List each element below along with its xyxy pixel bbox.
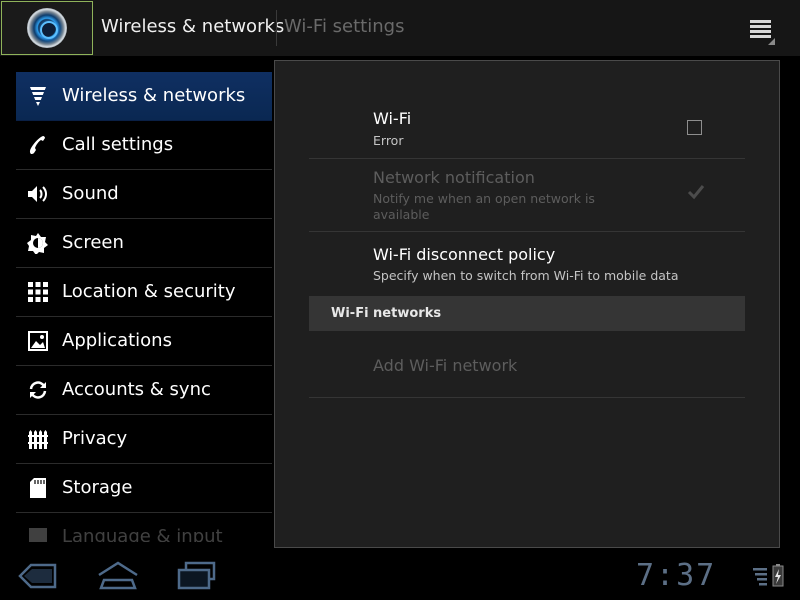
sidebar-item-wireless-networks[interactable]: Wireless & networks: [16, 72, 272, 121]
sidebar-item-call-settings[interactable]: Call settings: [16, 121, 272, 170]
sidebar-item-label: Applications: [62, 330, 172, 351]
signal-icon: [753, 568, 767, 586]
status-clock[interactable]: 7:37: [636, 558, 716, 593]
phone-handset-icon: [26, 133, 50, 157]
sidebar-item-label: Privacy: [62, 428, 128, 449]
checkmark-icon: [687, 185, 705, 200]
recent-apps-icon[interactable]: [176, 560, 218, 592]
language-icon: [26, 525, 50, 542]
network-notification-row[interactable]: Network notification Notify me when an o…: [309, 159, 745, 232]
sidebar-item-label: Screen: [62, 232, 124, 253]
sidebar-item-sound[interactable]: Sound: [16, 170, 272, 219]
action-bar-divider: [276, 10, 277, 46]
wifi-disconnect-policy-row[interactable]: Wi-Fi disconnect policy Specify when to …: [309, 232, 745, 297]
sidebar-item-storage[interactable]: Storage: [16, 464, 272, 513]
sidebar-item-label: Sound: [62, 183, 119, 204]
brightness-icon: [26, 231, 50, 255]
back-icon[interactable]: [16, 560, 58, 592]
overflow-menu-icon[interactable]: [748, 16, 776, 45]
location-grid-icon: [26, 280, 50, 304]
settings-screen: Wireless & networks Wi-Fi settings Wirel…: [0, 0, 800, 600]
add-wifi-network-row[interactable]: Add Wi-Fi network: [309, 331, 745, 398]
disconnect-policy-title: Wi-Fi disconnect policy: [373, 245, 556, 264]
sidebar-item-location-security[interactable]: Location & security: [16, 268, 272, 317]
wifi-status: Error: [373, 133, 404, 148]
sd-card-icon: [26, 476, 50, 500]
applications-icon: [26, 329, 50, 353]
action-bar-title: Wireless & networks: [101, 16, 285, 37]
sync-icon: [26, 378, 50, 402]
disconnect-policy-summary: Specify when to switch from Wi-Fi to mob…: [373, 268, 679, 283]
sidebar-item-label: Call settings: [62, 134, 174, 155]
network-notification-title: Network notification: [373, 168, 535, 187]
wireless-icon: [26, 84, 50, 108]
fence-icon: [26, 427, 50, 451]
sidebar-item-screen[interactable]: Screen: [16, 219, 272, 268]
add-wifi-network-title: Add Wi-Fi network: [373, 356, 518, 375]
sidebar-item-label: Storage: [62, 477, 133, 498]
wifi-settings-panel: Wi-Fi Error Network notification Notify …: [274, 60, 780, 548]
home-icon[interactable]: [96, 560, 140, 592]
sidebar-item-label: Wireless & networks: [62, 85, 246, 106]
status-icons[interactable]: [752, 562, 792, 588]
settings-category-list: Wireless & networks Call settings Sound …: [16, 72, 272, 542]
sidebar-item-label: Language & input: [62, 526, 223, 542]
wifi-checkbox[interactable]: [687, 120, 702, 135]
wifi-networks-header-label: Wi-Fi networks: [331, 306, 442, 321]
breadcrumb-current[interactable]: Wi-Fi settings: [284, 16, 404, 37]
network-notification-checkbox[interactable]: [687, 184, 705, 200]
wifi-toggle-row[interactable]: Wi-Fi Error: [309, 91, 745, 159]
action-bar: Wireless & networks Wi-Fi settings: [0, 0, 800, 56]
sidebar-item-privacy[interactable]: Privacy: [16, 415, 272, 464]
sidebar-item-accounts-sync[interactable]: Accounts & sync: [16, 366, 272, 415]
network-notification-summary: Notify me when an open network is availa…: [373, 191, 595, 222]
app-icon-button[interactable]: [1, 1, 93, 55]
wifi-networks-header: Wi-Fi networks: [309, 297, 745, 331]
speaker-icon: [26, 182, 50, 206]
sidebar-item-label: Accounts & sync: [62, 379, 211, 400]
settings-orb-icon: [27, 8, 67, 48]
battery-charging-icon: [772, 564, 784, 587]
sidebar-item-label: Location & security: [62, 281, 236, 302]
sidebar-item-language-input[interactable]: Language & input: [16, 513, 272, 542]
wifi-title: Wi-Fi: [373, 109, 412, 128]
sidebar-item-applications[interactable]: Applications: [16, 317, 272, 366]
